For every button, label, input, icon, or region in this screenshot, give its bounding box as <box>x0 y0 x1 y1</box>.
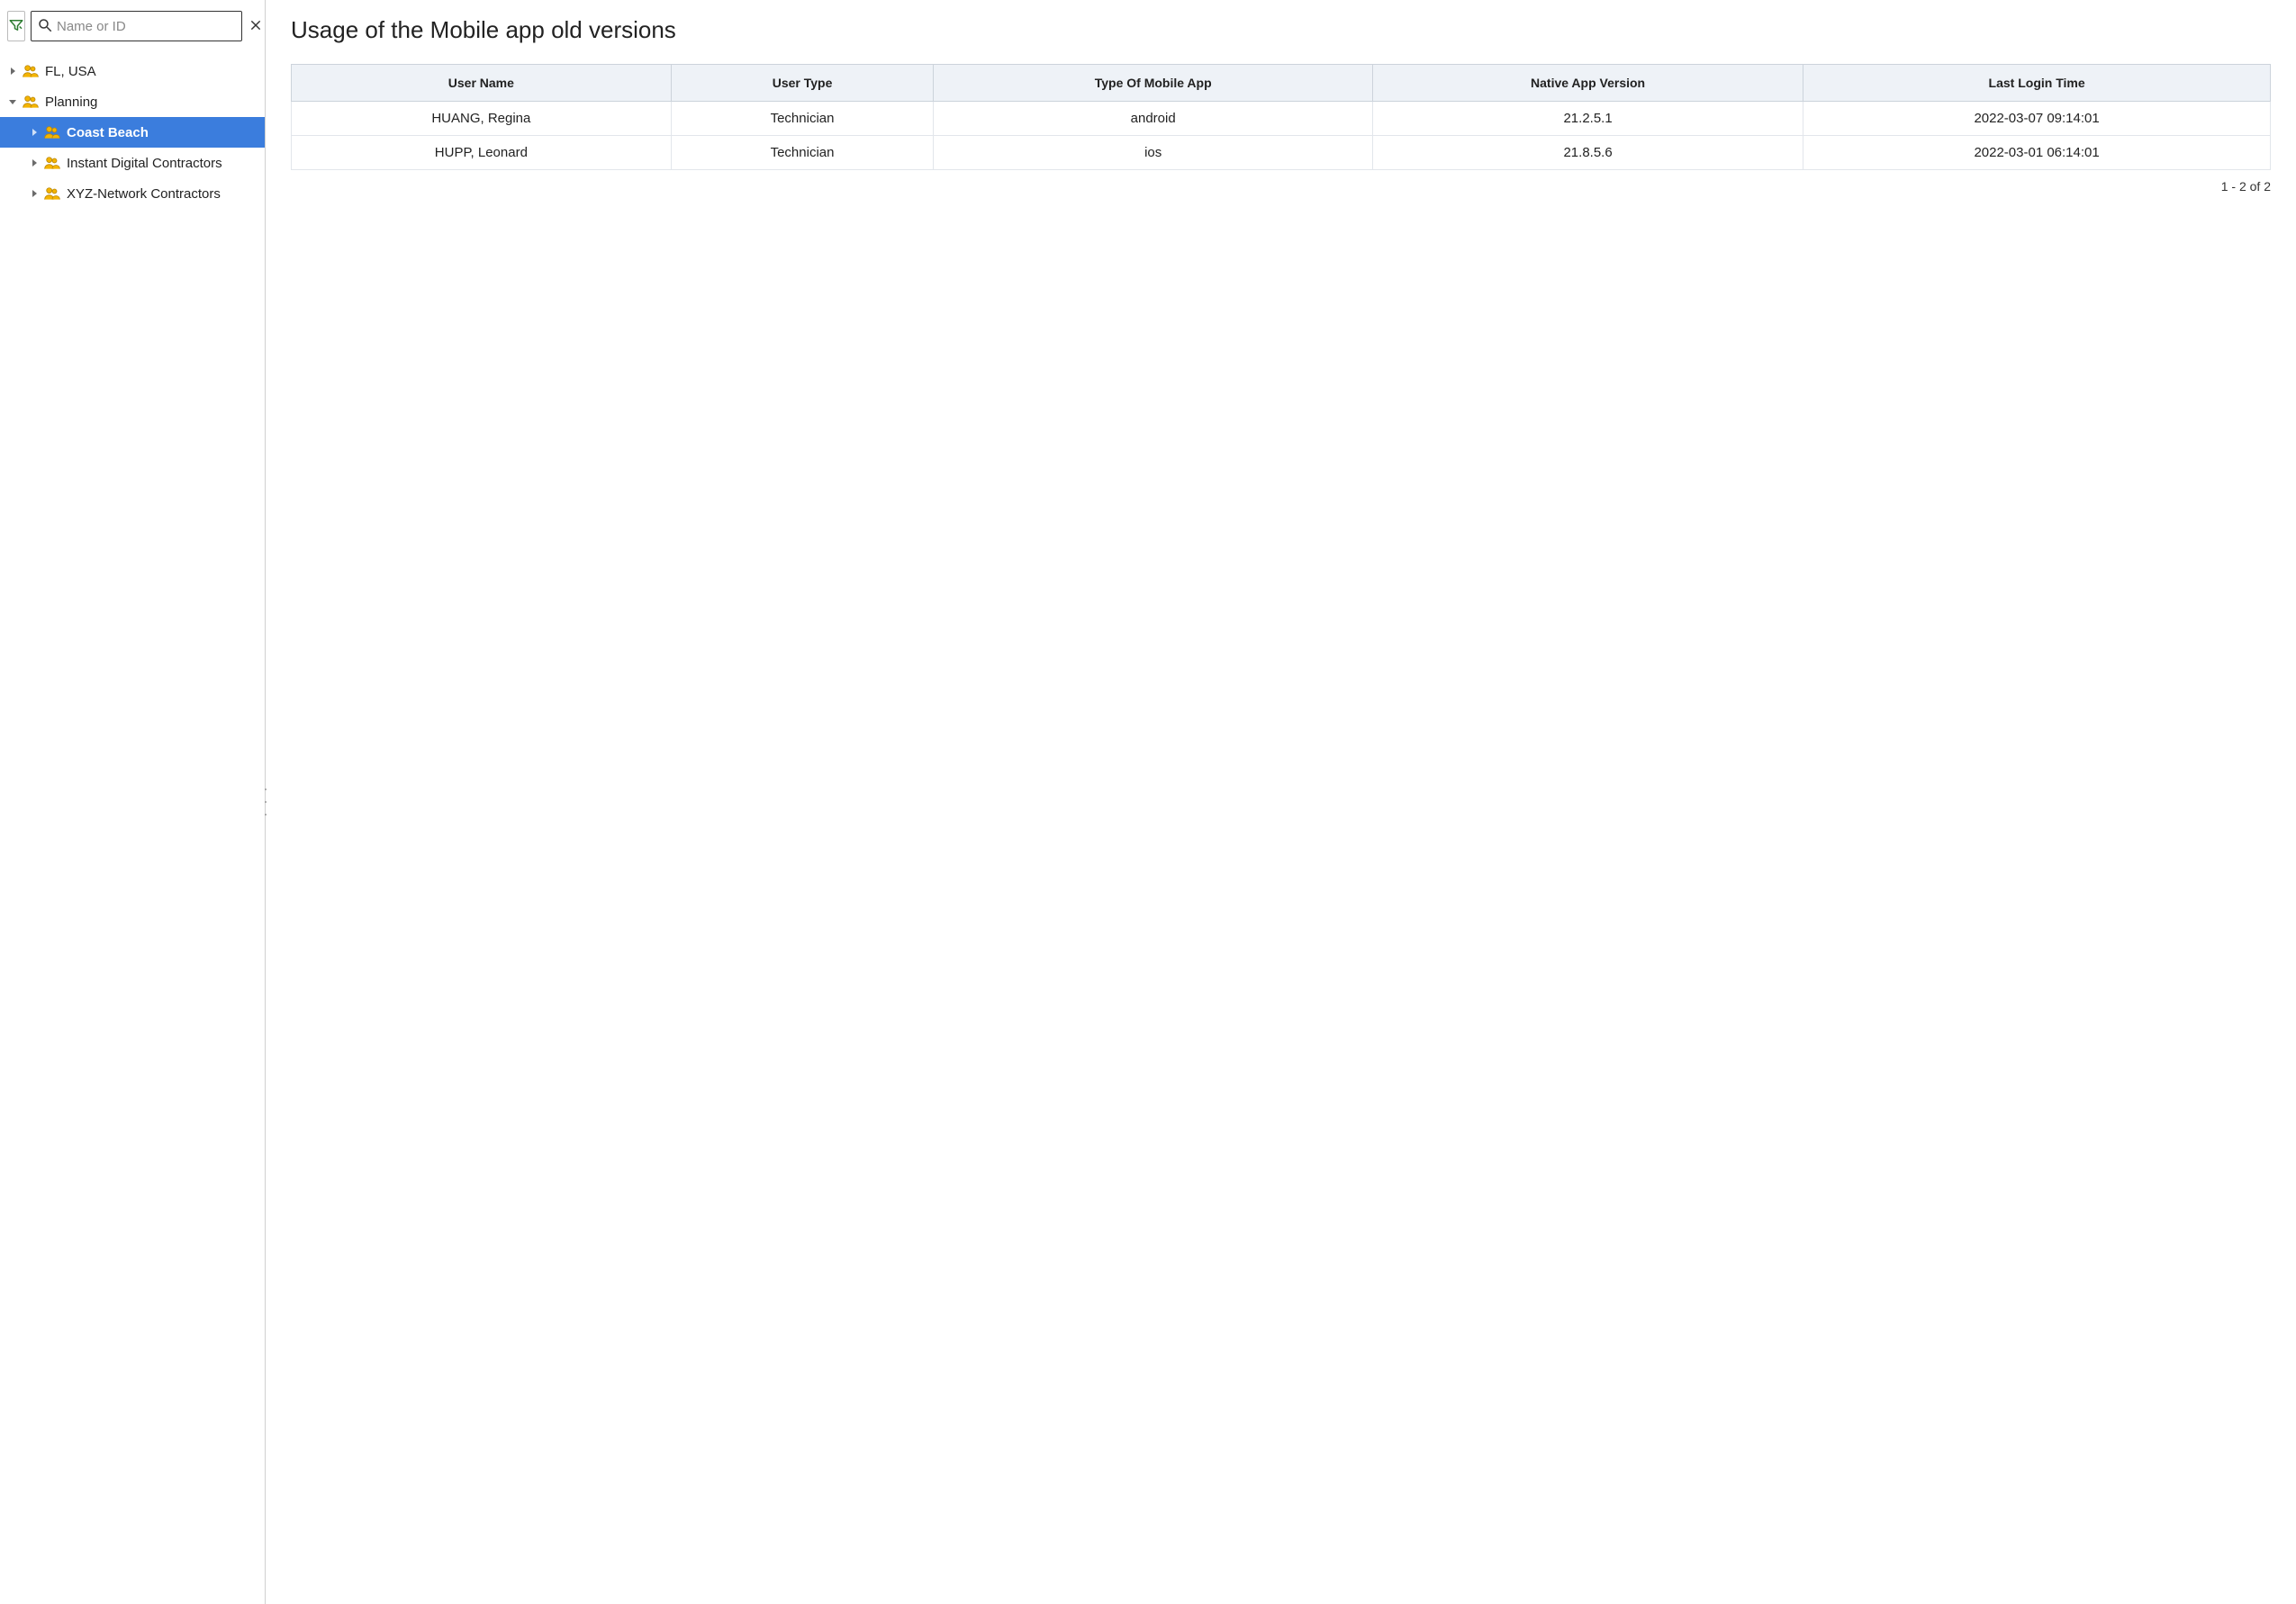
group-icon <box>43 186 61 201</box>
cell-version: 21.2.5.1 <box>1372 102 1803 136</box>
tree-node-label: Instant Digital Contractors <box>67 156 222 171</box>
cell-last-login: 2022-03-01 06:14:01 <box>1803 136 2271 170</box>
cell-version: 21.8.5.6 <box>1372 136 1803 170</box>
search-field-container[interactable] <box>31 11 242 41</box>
tree-node[interactable]: Coast Beach <box>0 117 265 148</box>
group-icon <box>22 95 40 109</box>
chevron-right-icon[interactable] <box>5 64 20 78</box>
cell-user-type: Technician <box>671 102 934 136</box>
cell-user-type: Technician <box>671 136 934 170</box>
close-icon <box>249 17 262 36</box>
cell-user-name: HUANG, Regina <box>292 102 672 136</box>
page-title: Usage of the Mobile app old versions <box>291 16 2271 44</box>
main-content: Usage of the Mobile app old versions Use… <box>266 0 2296 1604</box>
table-body: HUANG, ReginaTechnicianandroid21.2.5.120… <box>292 102 2271 170</box>
table-header-row: User NameUser TypeType Of Mobile AppNati… <box>292 65 2271 102</box>
sidebar: FL, USA Planning Coast Beach Instant Digita… <box>0 0 266 1604</box>
cell-app-type: ios <box>934 136 1373 170</box>
chevron-right-icon[interactable] <box>27 125 41 140</box>
column-header[interactable]: Last Login Time <box>1803 65 2271 102</box>
cell-app-type: android <box>934 102 1373 136</box>
tree-node-label: Planning <box>45 95 97 110</box>
search-input[interactable] <box>57 19 236 34</box>
tree-node-label: XYZ-Network Contractors <box>67 186 221 202</box>
chevron-right-icon[interactable] <box>27 186 41 201</box>
group-icon <box>43 125 61 140</box>
chevron-down-icon[interactable] <box>5 95 20 109</box>
tree-node-label: FL, USA <box>45 64 96 79</box>
group-icon <box>22 64 40 78</box>
group-icon <box>43 156 61 170</box>
sidebar-header <box>0 0 265 52</box>
filter-icon <box>8 17 24 36</box>
column-header[interactable]: User Name <box>292 65 672 102</box>
tree-node[interactable]: XYZ-Network Contractors <box>0 178 265 209</box>
org-tree: FL, USA Planning Coast Beach Instant Digita… <box>0 52 265 209</box>
cell-last-login: 2022-03-07 09:14:01 <box>1803 102 2271 136</box>
pager-label: 1 - 2 of 2 <box>291 179 2271 194</box>
table-row[interactable]: HUANG, ReginaTechnicianandroid21.2.5.120… <box>292 102 2271 136</box>
tree-node[interactable]: Instant Digital Contractors <box>0 148 265 178</box>
table-row[interactable]: HUPP, LeonardTechnicianios21.8.5.62022-0… <box>292 136 2271 170</box>
tree-node[interactable]: FL, USA <box>0 56 265 86</box>
search-icon <box>37 17 53 36</box>
column-header[interactable]: Native App Version <box>1372 65 1803 102</box>
tree-node[interactable]: Planning <box>0 86 265 117</box>
usage-table: User NameUser TypeType Of Mobile AppNati… <box>291 64 2271 170</box>
splitter-handle[interactable] <box>263 788 268 816</box>
tree-node-label: Coast Beach <box>67 125 149 140</box>
cell-user-name: HUPP, Leonard <box>292 136 672 170</box>
filter-button[interactable] <box>7 11 25 41</box>
column-header[interactable]: User Type <box>671 65 934 102</box>
column-header[interactable]: Type Of Mobile App <box>934 65 1373 102</box>
clear-search-button[interactable] <box>249 15 262 37</box>
chevron-right-icon[interactable] <box>27 156 41 170</box>
